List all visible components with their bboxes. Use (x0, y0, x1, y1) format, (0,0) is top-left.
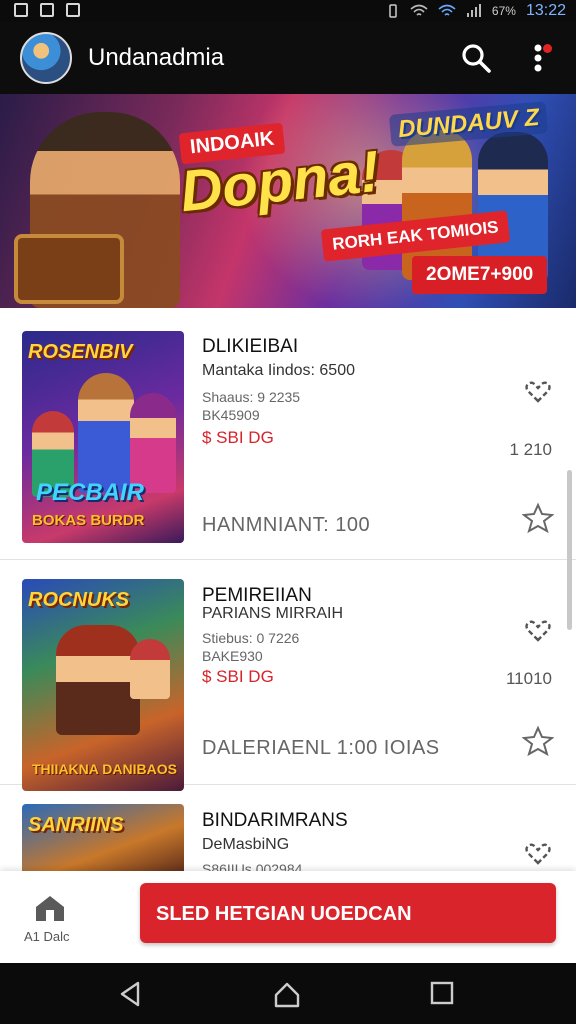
product-thumbnail[interactable]: ROSENBIV PECBAIR BOKAS BURDR (22, 331, 184, 543)
card-price: $ SBI DG (202, 667, 274, 686)
favorite-heart-icon[interactable] (524, 380, 552, 404)
app-avatar[interactable] (20, 32, 72, 84)
image-notification-icon (40, 3, 54, 17)
card-footer: HANMNIANT: 100 (202, 514, 371, 536)
thumb-title: ROSENBIV (28, 341, 133, 363)
card-meta: Shaaus: 9 2235 (202, 389, 301, 405)
list-item[interactable]: ROSENBIV PECBAIR BOKAS BURDR DLIKIEIBAI … (0, 308, 576, 560)
bookmark-star-icon[interactable] (522, 725, 554, 757)
card-price: $ SBI DG (202, 428, 274, 447)
signal-icon (466, 4, 481, 17)
home-tab-label: A1 Dalc (24, 929, 70, 944)
battery-text: 67% (491, 4, 516, 18)
product-thumbnail[interactable]: ROCNUKS THIIAKNA DANIBAOS (22, 579, 184, 791)
system-nav-bar (0, 963, 576, 1024)
status-time: 13:22 (525, 2, 566, 19)
card-title: DLIKIEIBAI (202, 336, 299, 357)
recents-icon[interactable] (430, 981, 454, 1005)
photo-notification-icon (66, 3, 80, 17)
thumb-subtitle: PECBAIR (36, 479, 145, 506)
search-icon[interactable] (460, 42, 492, 74)
more-options-icon[interactable] (528, 40, 554, 76)
treasure-chest-icon (14, 234, 124, 304)
product-thumbnail[interactable]: SANRIINS (22, 804, 184, 876)
home-tab[interactable]: A1 Dalc (14, 891, 86, 951)
app-bar: Undanadmia (0, 22, 576, 94)
bottom-action-bar: A1 Dalc SLED HETGIAN UOEDCAN (0, 871, 576, 963)
card-subtitle: DeMasbiNG (202, 836, 290, 853)
card-footer: DALERIAENL 1:00 IOIAS (202, 737, 440, 759)
status-bar: 67% 13:22 (0, 0, 576, 22)
thumb-title: ROCNUKS (28, 589, 130, 611)
card-subtitle: PARIANS MIRRAIH (202, 605, 344, 622)
wifi-strong-icon (438, 4, 456, 16)
card-meta: Stiebus: 0 7226 (202, 630, 300, 646)
list-item[interactable]: ROCNUKS THIIAKNA DANIBAOS PEMIREIIAN PAR… (0, 561, 576, 791)
card-subtitle: Mantaka Iindos: 6500 (202, 362, 355, 379)
thumb-caption: THIIAKNA DANIBAOS (32, 761, 177, 777)
card-title: PEMIREIIAN (202, 585, 312, 606)
card-meta-code: BAKE930 (202, 648, 263, 664)
card-count: 11010 (505, 669, 552, 688)
banner-price-badge[interactable]: 2OME7+900 (412, 256, 548, 294)
wifi-icon (410, 4, 428, 16)
primary-cta-button[interactable]: SLED HETGIAN UOEDCAN (140, 883, 556, 943)
card-count: 1 210 (509, 440, 552, 459)
list-item[interactable]: SANRIINS BINDARIMRANS DeMasbiNG S86IIUs … (0, 786, 576, 877)
favorite-heart-icon[interactable] (524, 842, 552, 866)
home-icon (36, 896, 64, 921)
bookmark-star-icon[interactable] (522, 502, 554, 534)
back-icon[interactable] (118, 981, 144, 1007)
app-title: Undanadmia (88, 44, 225, 71)
vibrate-icon (389, 4, 397, 18)
thumb-title: SANRIINS (28, 814, 124, 836)
scrollbar[interactable] (567, 470, 572, 630)
gallery-notification-icon (14, 3, 28, 17)
favorite-heart-icon[interactable] (524, 619, 552, 643)
notification-dot (543, 44, 552, 53)
home-nav-icon[interactable] (273, 981, 301, 1009)
card-meta-code: BK45909 (202, 407, 260, 423)
thumb-caption: BOKAS BURDR (32, 512, 145, 529)
promo-banner[interactable]: INDOAIK Dopna! DUNDAUV Z RORH EAK TOMIOI… (0, 94, 576, 308)
card-title: BINDARIMRANS (202, 810, 348, 831)
